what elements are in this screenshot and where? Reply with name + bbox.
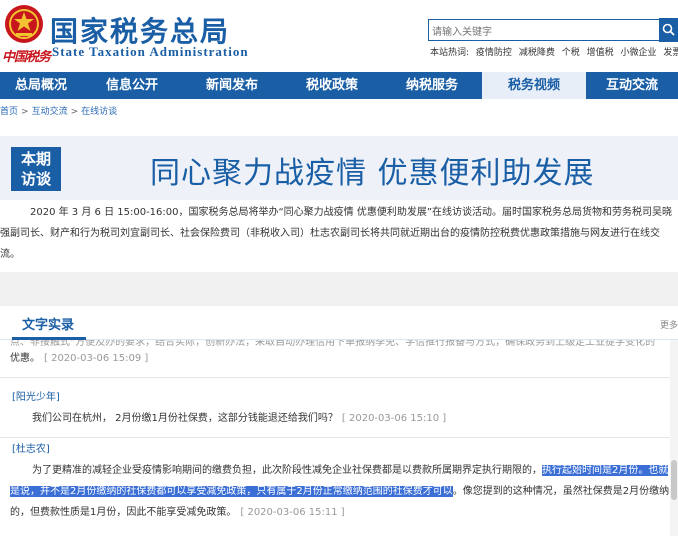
hot-words-label: 本站热词: <box>430 48 470 58</box>
logo-script: 中国税务 <box>2 50 51 65</box>
breadcrumb-separator: > <box>21 107 29 117</box>
intro-line: 2020 年 3 月 6 日 15:00-16:00，国家税务总局将举办“同心聚… <box>30 207 673 218</box>
entry-text-plain: 为了更精准的减轻企业受疫情影响期间的缴费负担，此次阶段性减免企业社保费都是以费款… <box>32 465 542 476</box>
search-input[interactable] <box>429 22 629 43</box>
entry-text-plain: 的，但费款性质是1月份，因此不能享受减免政策。 <box>10 507 237 518</box>
entry-divider <box>0 437 670 438</box>
hot-word-link[interactable]: 疫情防控 <box>476 48 512 58</box>
hot-word-link[interactable]: 个税 <box>562 48 580 58</box>
entry-text-body: 优惠。 <box>10 353 40 364</box>
entry-time: [ 2020-03-06 15:10 ] <box>341 413 447 424</box>
search-box <box>428 19 660 43</box>
transcript-entry: 点、非接触式“方便及办的要求，结合实际，创新办法，采取自动办理信用下单报纳季免、… <box>0 340 670 378</box>
breadcrumb-home[interactable]: 首页 <box>0 107 18 117</box>
nav-item-info[interactable]: 信息公开 <box>82 72 182 99</box>
scrollbar-thumb[interactable] <box>671 460 677 500</box>
more-link[interactable]: 更多 <box>660 318 678 331</box>
transcript-scrollbar[interactable] <box>670 340 678 536</box>
selected-text: 是说，并不是2月份缴纳的社保费都可以享受减免政策，只有属于2月份正常缴纳范围的社… <box>10 486 453 497</box>
entry-text-plain: 。像您提到的这种情况，虽然社保费是2月份缴纳 <box>452 486 670 497</box>
transcript-entry: [杜志农] 为了更精准的减轻企业受疫情影响期间的缴费负担，此次阶段性减免企业社保… <box>0 440 670 523</box>
entry-time: [ 2020-03-06 15:11 ] <box>240 507 345 518</box>
nav-item-policy[interactable]: 税收政策 <box>282 72 382 99</box>
search-icon <box>662 23 675 36</box>
entry-text-body: 我们公司在杭州， 2月份缴1月份社保费，这部分钱能退还给我们吗？ <box>32 413 338 424</box>
entry-divider <box>0 377 670 378</box>
nav-item-news[interactable]: 新闻发布 <box>182 72 282 99</box>
entry-speaker: [杜志农] <box>12 444 50 455</box>
interview-headline: 同心聚力战疫情 优惠便利助发展 <box>150 156 595 191</box>
entry-text-cut: 点、非接触式“方便及办的要求，结合实际，创新办法，采取自动办理信用下单报纳季免、… <box>10 340 656 348</box>
transcript-header: 文字实录 更多 <box>0 306 678 340</box>
entry-text: 我们公司在杭州， 2月份缴1月份社保费，这部分钱能退还给我们吗？[ 2020-0… <box>0 408 670 429</box>
hot-words: 本站热词: 疫情防控 减税降费 个税 增值税 小微企业 发票 <box>430 45 678 58</box>
breadcrumb-interview[interactable]: 在线访谈 <box>81 107 117 117</box>
badge-line: 访谈 <box>20 170 51 188</box>
entry-text: 优惠。 [ 2020-03-06 15:09 ] <box>0 348 670 369</box>
hot-word-link[interactable]: 发票 <box>663 48 678 58</box>
nav-item-video[interactable]: 税务视频 <box>482 72 586 99</box>
nav-item-overview[interactable]: 总局概况 <box>0 72 82 99</box>
entry-text-line: 的，但费款性质是1月份，因此不能享受减免政策。[ 2020-03-06 15:1… <box>0 502 670 523</box>
transcript-list[interactable]: 点、非接触式“方便及办的要求，结合实际，创新办法，采取自动办理信用下单报纳季免、… <box>0 340 678 536</box>
interview-intro: 2020 年 3 月 6 日 15:00-16:00，国家税务总局将举办“同心聚… <box>0 202 678 265</box>
breadcrumb: 首页 > 互动交流 > 在线访谈 <box>0 104 117 117</box>
site-header: 中国税务 国家税务总局 State Taxation Administratio… <box>0 0 678 72</box>
badge-line: 本期 <box>20 150 51 168</box>
hot-word-link[interactable]: 减税降费 <box>519 48 555 58</box>
breadcrumb-interaction[interactable]: 互动交流 <box>32 107 68 117</box>
search-button[interactable] <box>659 18 678 42</box>
hot-word-link[interactable]: 增值税 <box>587 48 614 58</box>
issue-badge: 本期 访谈 <box>11 147 61 191</box>
entry-speaker: [阳光少年] <box>12 392 60 403</box>
intro-line: 流。 <box>0 249 20 260</box>
site-title-en: State Taxation Administration <box>52 44 249 59</box>
entry-text-line: 为了更精准的减轻企业受疫情影响期间的缴费负担，此次阶段性减免企业社保费都是以费款… <box>0 460 670 481</box>
transcript-entry: [阳光少年] 我们公司在杭州， 2月份缴1月份社保费，这部分钱能退还给我们吗？[… <box>0 388 670 438</box>
national-emblem-icon <box>5 5 43 43</box>
entry-text-line: 是说，并不是2月份缴纳的社保费都可以享受减免政策，只有属于2月份正常缴纳范围的社… <box>0 481 670 502</box>
tab-transcript[interactable]: 文字实录 <box>22 314 74 333</box>
selected-text: 执行起始时间是2月份。也就 <box>542 465 669 476</box>
intro-line: 强副司长、财产和行为税司刘宜副司长、社会保险费司（非税收入司）杜志农副司长将共同… <box>0 228 660 239</box>
section-gap <box>0 272 678 306</box>
main-nav: 总局概况 信息公开 新闻发布 税收政策 纳税服务 税务视频 互动交流 <box>0 72 678 99</box>
breadcrumb-separator: > <box>70 107 79 117</box>
nav-item-service[interactable]: 纳税服务 <box>382 72 482 99</box>
hot-word-link[interactable]: 小微企业 <box>620 48 656 58</box>
nav-item-interaction[interactable]: 互动交流 <box>586 72 678 99</box>
entry-time: [ 2020-03-06 15:09 ] <box>44 353 149 364</box>
